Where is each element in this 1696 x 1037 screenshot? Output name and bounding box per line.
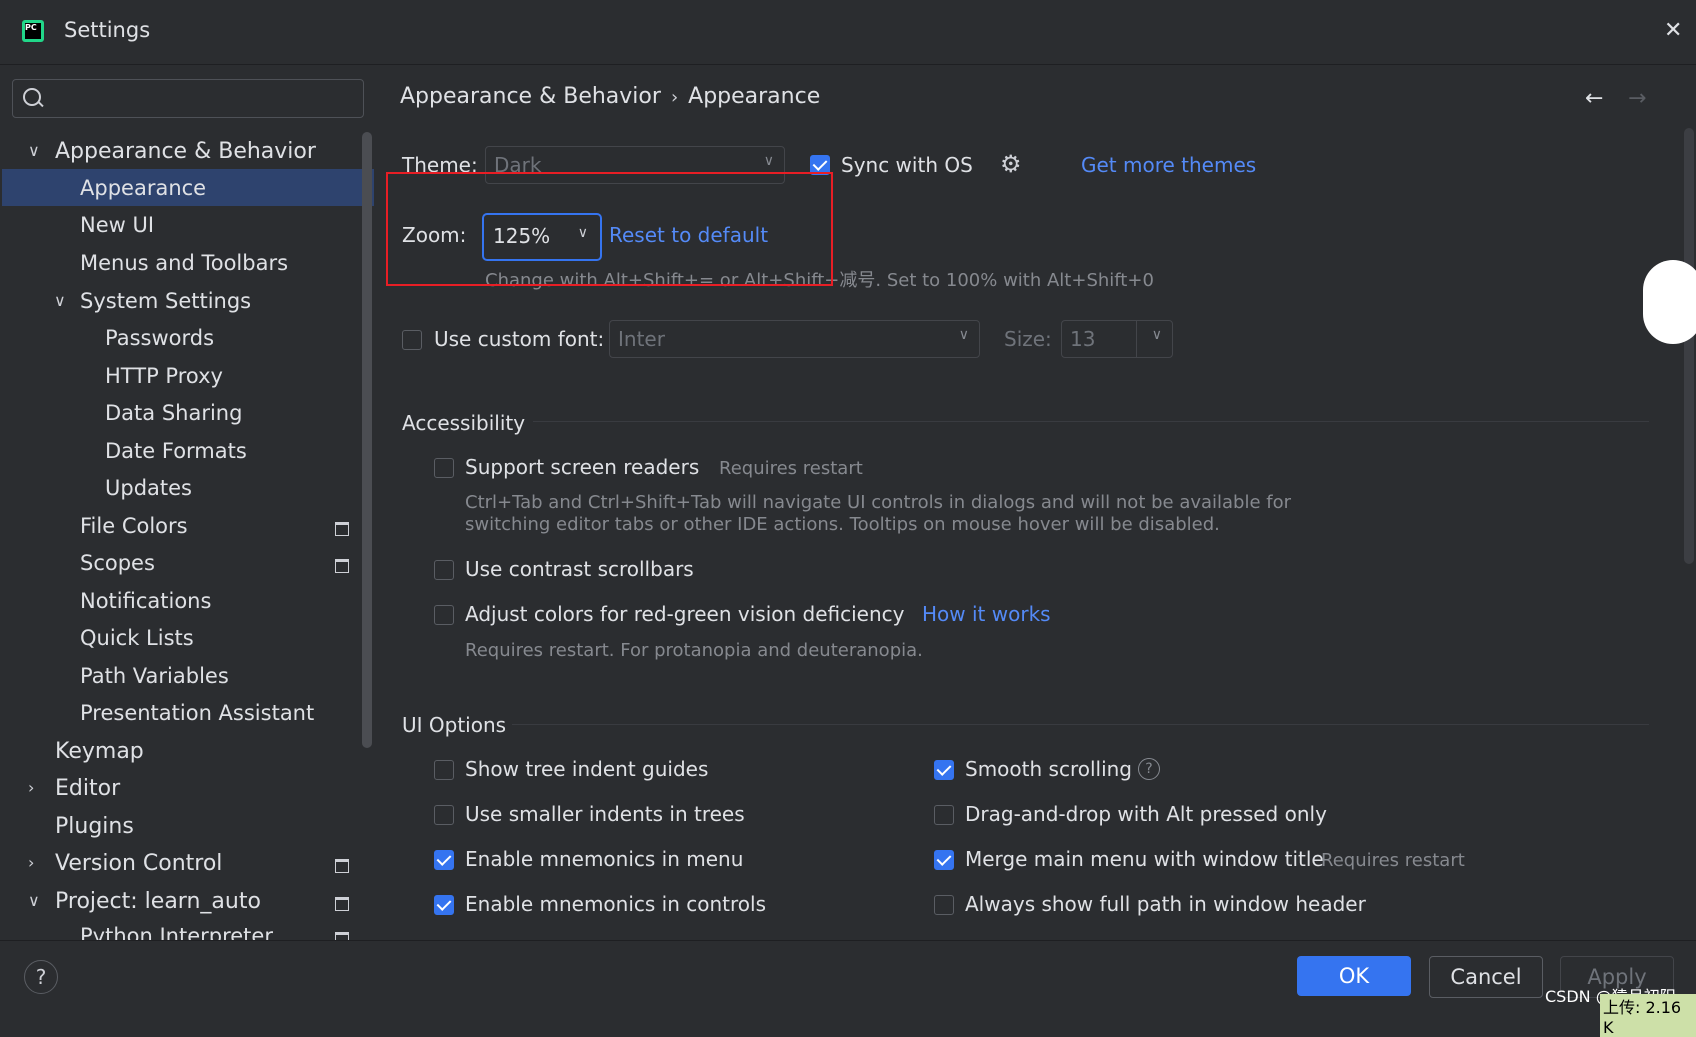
color-deficiency-hint: Requires restart. For protanopia and deu…: [465, 640, 923, 661]
sidebar-item-keymap[interactable]: Keymap: [55, 733, 144, 770]
help-icon[interactable]: ?: [24, 960, 58, 994]
smaller-indents-label[interactable]: Use smaller indents in trees: [465, 802, 745, 826]
ui-options-section-title: UI Options: [402, 713, 507, 737]
font-size-value: 13: [1070, 327, 1096, 351]
screen-readers-note: Requires restart: [719, 458, 863, 479]
font-dropdown[interactable]: Inter ∨: [609, 320, 980, 358]
section-divider: [533, 421, 1649, 422]
sidebar-item-presentation-assistant[interactable]: Presentation Assistant: [80, 695, 314, 732]
upload-watermark: 上传: 2.16 K: [1600, 994, 1696, 1037]
mnemonics-menu-checkbox[interactable]: [434, 850, 454, 870]
color-deficiency-label[interactable]: Adjust colors for red-green vision defic…: [465, 602, 904, 626]
drag-drop-alt-label[interactable]: Drag-and-drop with Alt pressed only: [965, 802, 1327, 826]
search-input[interactable]: [12, 79, 364, 118]
forward-arrow-icon[interactable]: →: [1628, 86, 1646, 111]
contrast-scrollbars-label[interactable]: Use contrast scrollbars: [465, 557, 694, 581]
sidebar-item-project-learn-auto[interactable]: Project: learn_auto: [55, 883, 261, 920]
font-value: Inter: [618, 327, 665, 351]
screen-readers-checkbox[interactable]: [434, 458, 454, 478]
show-tree-indent-guides-checkbox[interactable]: [434, 760, 454, 780]
search-icon: [23, 88, 41, 106]
sidebar-item-updates[interactable]: Updates: [105, 470, 192, 507]
sidebar-item-editor[interactable]: Editor: [55, 770, 120, 807]
floating-widget: [1643, 260, 1696, 344]
project-settings-icon: [335, 859, 349, 873]
back-arrow-icon[interactable]: ←: [1585, 86, 1603, 111]
sidebar-item-system-settings[interactable]: System Settings: [80, 283, 251, 320]
sidebar-item-scopes[interactable]: Scopes: [80, 545, 155, 582]
sidebar-item-notifications[interactable]: Notifications: [80, 583, 211, 620]
gear-icon[interactable]: ⚙: [1000, 150, 1022, 178]
sidebar-item-version-control[interactable]: Version Control: [55, 845, 222, 882]
screen-readers-label[interactable]: Support screen readers: [465, 455, 699, 479]
sidebar-item-quick-lists[interactable]: Quick Lists: [80, 620, 194, 657]
sidebar-item-date-formats[interactable]: Date Formats: [105, 433, 247, 470]
window-title: Settings: [64, 18, 151, 42]
breadcrumb: Appearance & Behavior › Appearance: [400, 84, 820, 109]
chevron-right-icon[interactable]: ›: [28, 778, 34, 797]
main-scrollbar[interactable]: [1684, 128, 1694, 564]
contrast-scrollbars-checkbox[interactable]: [434, 560, 454, 580]
project-settings-icon: [335, 522, 349, 536]
accessibility-section-title: Accessibility: [402, 411, 526, 435]
color-deficiency-checkbox[interactable]: [434, 605, 454, 625]
sidebar-item-data-sharing[interactable]: Data Sharing: [105, 395, 242, 432]
smaller-indents-checkbox[interactable]: [434, 805, 454, 825]
screen-readers-hint-line2: switching editor tabs or other IDE actio…: [465, 514, 1220, 535]
sidebar-item-plugins[interactable]: Plugins: [55, 808, 134, 845]
pycharm-app-icon: PC: [22, 20, 44, 42]
ok-button[interactable]: OK: [1297, 956, 1411, 996]
smooth-scrolling-checkbox[interactable]: [934, 760, 954, 780]
sidebar-item-new-ui[interactable]: New UI: [80, 207, 154, 244]
close-icon[interactable]: ✕: [1664, 18, 1682, 43]
sidebar-item-appearance-behavior[interactable]: Appearance & Behavior: [55, 133, 316, 170]
get-more-themes-link[interactable]: Get more themes: [1081, 153, 1256, 177]
sidebar-item-file-colors[interactable]: File Colors: [80, 508, 188, 545]
section-divider: [512, 724, 1649, 725]
sidebar-item-passwords[interactable]: Passwords: [105, 320, 214, 357]
merge-main-menu-label[interactable]: Merge main menu with window title: [965, 847, 1324, 871]
how-it-works-link[interactable]: How it works: [922, 602, 1051, 626]
sidebar-item-path-variables[interactable]: Path Variables: [80, 658, 229, 695]
help-question-icon[interactable]: ?: [1138, 758, 1160, 780]
highlight-annotation-box: [386, 172, 833, 286]
chevron-down-icon: ∨: [958, 327, 969, 343]
sidebar-item-menus-and-toolbars[interactable]: Menus and Toolbars: [80, 245, 288, 282]
smooth-scrolling-label[interactable]: Smooth scrolling: [965, 757, 1132, 781]
sidebar-item-python-interpreter[interactable]: Python Interpreter: [80, 918, 273, 940]
merge-main-menu-checkbox[interactable]: [934, 850, 954, 870]
full-path-header-label[interactable]: Always show full path in window header: [965, 892, 1366, 916]
chevron-down-icon: ∨: [1151, 327, 1162, 343]
chevron-down-icon: ∨: [763, 153, 774, 169]
cancel-button[interactable]: Cancel: [1429, 956, 1543, 998]
chevron-right-icon[interactable]: ›: [28, 853, 34, 872]
breadcrumb-parent[interactable]: Appearance & Behavior: [400, 84, 661, 109]
show-tree-indent-guides-label[interactable]: Show tree indent guides: [465, 757, 708, 781]
chevron-down-icon[interactable]: ∨: [28, 141, 40, 160]
tree-scrollbar[interactable]: [362, 132, 372, 748]
project-settings-icon: [335, 559, 349, 573]
chevron-down-icon[interactable]: ∨: [28, 891, 40, 910]
sync-with-os-label[interactable]: Sync with OS: [841, 153, 973, 177]
custom-font-label[interactable]: Use custom font:: [434, 327, 604, 351]
mnemonics-menu-label[interactable]: Enable mnemonics in menu: [465, 847, 743, 871]
breadcrumb-separator: ›: [670, 87, 679, 108]
title-bar: [0, 0, 1696, 65]
sidebar-item-http-proxy[interactable]: HTTP Proxy: [105, 358, 223, 395]
screen-readers-hint-line1: Ctrl+Tab and Ctrl+Shift+Tab will navigat…: [465, 492, 1292, 513]
font-size-dropdown[interactable]: 13 ∨: [1061, 320, 1173, 358]
sidebar-item-appearance[interactable]: Appearance: [80, 170, 206, 207]
project-settings-icon: [335, 897, 349, 911]
mnemonics-controls-label[interactable]: Enable mnemonics in controls: [465, 892, 766, 916]
full-path-header-checkbox[interactable]: [934, 895, 954, 915]
merge-main-menu-note: Requires restart: [1321, 850, 1465, 871]
drag-drop-alt-checkbox[interactable]: [934, 805, 954, 825]
custom-font-checkbox[interactable]: [402, 330, 422, 350]
breadcrumb-current: Appearance: [688, 84, 821, 109]
mnemonics-controls-checkbox[interactable]: [434, 895, 454, 915]
font-size-label: Size:: [1004, 327, 1052, 351]
chevron-down-icon[interactable]: ∨: [54, 291, 66, 310]
